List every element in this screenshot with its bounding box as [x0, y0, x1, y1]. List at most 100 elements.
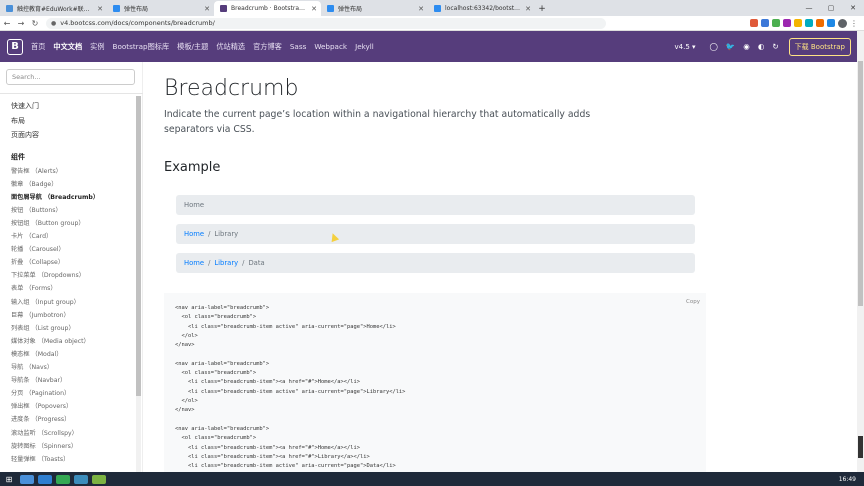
- refresh-icon[interactable]: ↻: [772, 42, 778, 51]
- search-input[interactable]: Search...: [6, 69, 135, 85]
- nav-link[interactable]: 模板/主题: [177, 42, 208, 52]
- sidebar-item[interactable]: 弹出框 （Popovers）: [11, 401, 72, 410]
- version-dropdown[interactable]: v4.5 ▾: [675, 43, 696, 51]
- tab-favicon-icon: [327, 5, 334, 12]
- profile-avatar[interactable]: [838, 18, 847, 28]
- page-scrollbar[interactable]: [857, 31, 864, 472]
- taskbar-app-icon[interactable]: [92, 474, 106, 484]
- nav-link[interactable]: Jekyll: [355, 42, 374, 52]
- nav-link[interactable]: Webpack: [314, 42, 347, 52]
- sidebar-item[interactable]: 轻量弹框 （Toasts）: [11, 454, 69, 463]
- extension-icon[interactable]: [827, 19, 835, 27]
- sidebar-item[interactable]: 分页 （Pagination）: [11, 388, 70, 397]
- tab-close-icon[interactable]: ✕: [97, 5, 103, 13]
- nav-link[interactable]: 中文文档: [53, 42, 82, 52]
- weibo-icon[interactable]: ◉: [743, 42, 750, 51]
- browser-tab[interactable]: 弹性布局 ✕: [107, 1, 214, 16]
- tab-title: 弹性布局: [338, 6, 363, 13]
- nav-link[interactable]: 官方博客: [253, 42, 282, 52]
- sidebar-item[interactable]: 表单 （Forms）: [11, 283, 57, 292]
- minimize-icon[interactable]: —: [798, 0, 820, 15]
- tab-close-icon[interactable]: ✕: [311, 5, 317, 13]
- lock-icon: ●: [51, 19, 57, 27]
- extension-icon[interactable]: [783, 19, 791, 27]
- tab-close-icon[interactable]: ✕: [204, 5, 210, 13]
- reload-icon[interactable]: ↻: [28, 19, 42, 28]
- extension-icon[interactable]: [761, 19, 769, 27]
- site-navbar: B 首页 中文文档 实例 Bootstrap图标库 模板/主题 优站精选 官方博客 Sass W…: [0, 31, 857, 62]
- extension-icon[interactable]: [750, 19, 758, 27]
- sidebar-item[interactable]: 导航条 （Navbar）: [11, 375, 66, 384]
- sidebar-item[interactable]: 导航 （Navs）: [11, 362, 53, 371]
- browser-tab[interactable]: localhost:63342/bootstrap/1/...✕: [428, 1, 535, 16]
- sidebar-item[interactable]: 列表组 （List group）: [11, 323, 75, 332]
- back-icon[interactable]: ←: [0, 19, 14, 28]
- close-window-icon[interactable]: ✕: [842, 0, 864, 15]
- sidebar-item[interactable]: 轮播 （Carousel）: [11, 244, 65, 253]
- browser-tab[interactable]: 触控教育#EduWork#联工作中平✕: [0, 1, 107, 16]
- sidebar-item[interactable]: 巨幕 （Jumbotron）: [11, 310, 70, 319]
- sidebar-item[interactable]: 滚动监听 （Scrollspy）: [11, 428, 78, 437]
- address-bar[interactable]: ● v4.bootcss.com/docs/components/breadcr…: [46, 17, 606, 29]
- new-tab-button[interactable]: +: [535, 1, 549, 16]
- extension-icon[interactable]: [794, 19, 802, 27]
- nav-link[interactable]: 优站精选: [216, 42, 245, 52]
- taskbar-app-icon[interactable]: [38, 474, 52, 484]
- nav-link[interactable]: Sass: [290, 42, 306, 52]
- tab-close-icon[interactable]: ✕: [525, 5, 531, 13]
- tab-title: 弹性布局: [124, 6, 149, 13]
- code-line: </ol>: [175, 398, 198, 404]
- sidebar-item[interactable]: 折叠 （Collapse）: [11, 257, 64, 266]
- browser-toolbar: ← → ↻ ● v4.bootcss.com/docs/components/b…: [0, 16, 864, 31]
- sidebar-item[interactable]: 进度条 （Progress）: [11, 414, 70, 423]
- code-line: </ol>: [175, 332, 198, 339]
- browser-menu-icon[interactable]: ⋮: [850, 19, 858, 28]
- opencollective-icon[interactable]: ◐: [758, 42, 765, 51]
- nav-link[interactable]: 实例: [90, 42, 104, 52]
- extension-icon[interactable]: [805, 19, 813, 27]
- taskbar-app-icon[interactable]: [74, 474, 88, 484]
- nav-link[interactable]: Bootstrap图标库: [113, 42, 170, 52]
- tab-close-icon[interactable]: ✕: [418, 5, 424, 13]
- sidebar-item[interactable]: 警告框 （Alerts）: [11, 166, 62, 175]
- github-icon[interactable]: ◯: [710, 42, 718, 51]
- download-button[interactable]: 下载 Bootstrap: [788, 37, 851, 56]
- forward-icon[interactable]: →: [14, 19, 28, 28]
- sidebar-section[interactable]: 布局: [11, 116, 25, 126]
- code-line: <li class="breadcrumb-item"><a href="#">…: [175, 379, 360, 386]
- sidebar-item[interactable]: 按钮组 （Button group）: [11, 218, 85, 227]
- start-icon[interactable]: ⊞: [0, 475, 18, 484]
- sidebar-group-title[interactable]: 组件: [11, 152, 25, 162]
- sidebar-scrollbar[interactable]: [136, 96, 141, 472]
- browser-tab[interactable]: Breadcrumb · Bootstrap v4.5✕: [214, 1, 321, 16]
- bootstrap-logo[interactable]: B: [7, 38, 23, 55]
- code-block: Copy <nav aria-label="breadcrumb"> <ol c…: [164, 293, 706, 472]
- taskbar-app-icon[interactable]: [20, 474, 34, 484]
- code-line: <li class="breadcrumb-item active" aria-…: [175, 463, 396, 470]
- sidebar-item[interactable]: 旋转图标 （Spinners）: [11, 441, 77, 450]
- code-line: <li class="breadcrumb-item"><a href="#">…: [175, 453, 370, 460]
- sidebar-item[interactable]: 卡片 （Card）: [11, 231, 52, 240]
- tab-title: 触控教育#EduWork#联工作中平: [17, 6, 94, 13]
- extension-icon[interactable]: [816, 19, 824, 27]
- sidebar-item[interactable]: 徽章 （Badge）: [11, 179, 57, 188]
- sidebar-section[interactable]: 页面内容: [11, 130, 39, 140]
- nav-link[interactable]: 首页: [31, 42, 45, 52]
- sidebar-item[interactable]: 模态框 （Modal）: [11, 349, 62, 358]
- sidebar-item[interactable]: 按钮 （Buttons）: [11, 205, 62, 214]
- twitter-icon[interactable]: 🐦: [726, 42, 735, 51]
- extension-icon[interactable]: [772, 19, 780, 27]
- breadcrumb-link[interactable]: Home: [184, 259, 204, 267]
- sidebar-item[interactable]: 下拉菜单 （Dropdowns）: [11, 270, 85, 279]
- sidebar-item[interactable]: 面包屑导航 （Breadcrumb）: [11, 192, 99, 201]
- sidebar-item[interactable]: 媒体对象 （Media object）: [11, 336, 90, 345]
- breadcrumb-link[interactable]: Home: [184, 230, 204, 238]
- clock: 16:49: [838, 475, 856, 483]
- sidebar-item[interactable]: 输入组 （Input group）: [11, 297, 80, 306]
- sidebar-section[interactable]: 快速入门: [11, 101, 39, 111]
- taskbar-app-icon[interactable]: [56, 474, 70, 484]
- maximize-icon[interactable]: ▢: [820, 0, 842, 15]
- breadcrumb-link[interactable]: Library: [214, 259, 238, 267]
- browser-tab[interactable]: 弹性布局 ✕: [321, 1, 428, 16]
- copy-button[interactable]: Copy: [686, 299, 700, 305]
